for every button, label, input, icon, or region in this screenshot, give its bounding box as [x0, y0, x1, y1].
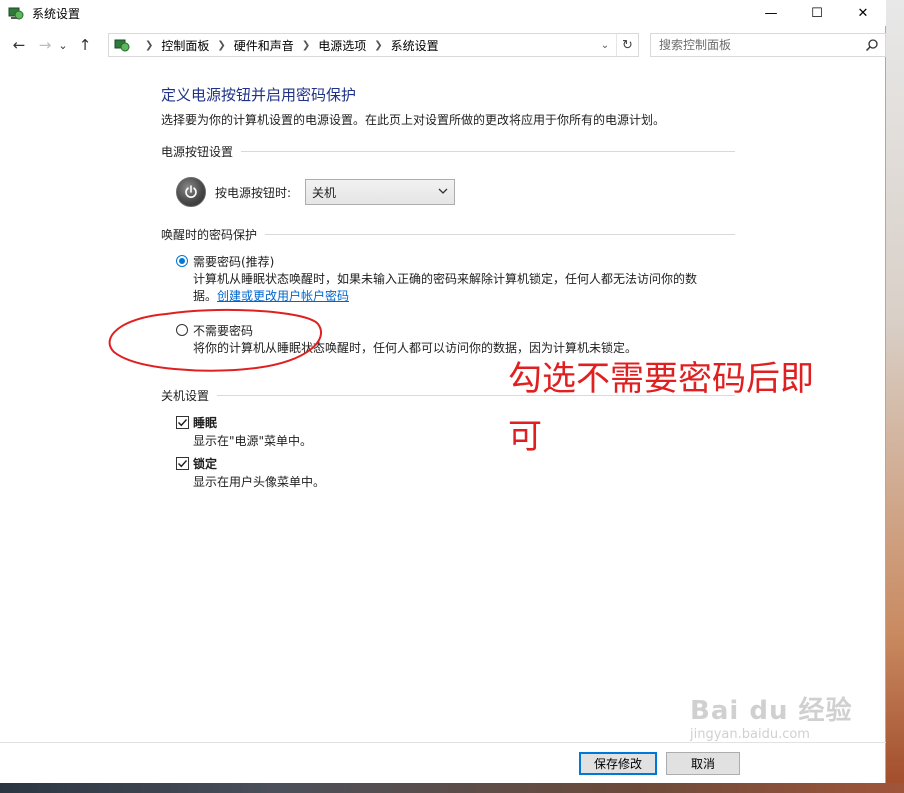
breadcrumb-control-panel[interactable]: 控制面板: [161, 37, 209, 54]
sleep-option[interactable]: 睡眠: [176, 414, 217, 431]
lock-description: 显示在用户头像菜单中。: [193, 475, 326, 489]
create-change-password-link[interactable]: 创建或更改用户帐户密码: [217, 289, 349, 303]
require-password-option[interactable]: 需要密码(推荐): [176, 253, 274, 270]
sleep-description: 显示在"电源"菜单中。: [193, 434, 313, 448]
breadcrumb: ❯ 控制面板 ❯ 硬件和声音 ❯ 电源选项 ❯ 系统设置: [137, 37, 439, 54]
search-box[interactable]: [650, 33, 886, 57]
power-button-settings-header: 电源按钮设置: [161, 143, 735, 160]
sleep-checkbox[interactable]: [176, 416, 189, 429]
close-button[interactable]: ✕: [840, 0, 886, 26]
wakeup-password-header: 唤醒时的密码保护: [161, 226, 735, 243]
control-panel-app-icon: [8, 7, 24, 20]
breadcrumb-system-settings[interactable]: 系统设置: [391, 37, 439, 54]
power-button-row: 按电源按钮时: 关机: [176, 177, 456, 207]
require-password-description: 计算机从睡眠状态唤醒时，如果未输入正确的密码来解除计算机锁定，任何人都无法访问你…: [193, 271, 697, 305]
page-title: 定义电源按钮并启用密码保护: [161, 86, 357, 104]
forward-button[interactable]: →: [34, 34, 56, 56]
require-password-desc-line2: 据。创建或更改用户帐户密码: [193, 288, 697, 305]
power-symbol-icon: [185, 185, 197, 198]
watermark-brand: Bai du 经验: [690, 696, 853, 726]
sleep-label[interactable]: 睡眠: [193, 414, 217, 431]
window-controls: — ☐ ✕: [748, 0, 886, 26]
system-settings-window: 系统设置 — ☐ ✕ ← → ⌄ ↑ ❯ 控制面板 ❯ 硬件和声音 ❯ 电源选项…: [0, 0, 886, 793]
chevron-right-icon[interactable]: ❯: [374, 40, 382, 51]
require-password-radio[interactable]: [176, 255, 188, 267]
desc-prefix: 据。: [193, 289, 218, 303]
require-password-desc-line1: 计算机从睡眠状态唤醒时，如果未输入正确的密码来解除计算机锁定，任何人都无法访问你…: [193, 272, 698, 286]
divider: [265, 234, 735, 235]
search-input[interactable]: [659, 38, 859, 52]
address-dropdown-button[interactable]: ⌄: [596, 34, 614, 56]
power-action-value: 关机: [312, 185, 337, 200]
recent-locations-button[interactable]: ⌄: [56, 34, 70, 56]
lock-label[interactable]: 锁定: [193, 455, 217, 472]
breadcrumb-hardware-sound[interactable]: 硬件和声音: [234, 37, 294, 54]
chevron-down-icon: [438, 188, 448, 194]
section-label: 电源按钮设置: [161, 145, 234, 159]
power-icon: [176, 177, 206, 207]
back-button[interactable]: ←: [8, 34, 30, 56]
power-button-label: 按电源按钮时:: [215, 185, 292, 200]
breadcrumb-power-options[interactable]: 电源选项: [318, 37, 366, 54]
watermark-url: jingyan.baidu.com: [690, 727, 810, 742]
require-password-label[interactable]: 需要密码(推荐): [193, 253, 274, 270]
chevron-right-icon[interactable]: ❯: [217, 40, 225, 51]
checkmark-icon: [178, 419, 188, 427]
title-bar: 系统设置 — ☐ ✕: [0, 0, 886, 26]
lock-option[interactable]: 锁定: [176, 455, 217, 472]
desktop-background-right: [886, 0, 904, 793]
chevron-right-icon[interactable]: ❯: [302, 40, 310, 51]
address-bar[interactable]: ❯ 控制面板 ❯ 硬件和声音 ❯ 电源选项 ❯ 系统设置 ⌄ ↻: [108, 33, 639, 57]
desktop-background-bottom: [0, 783, 904, 793]
navigation-bar: ← → ⌄ ↑ ❯ 控制面板 ❯ 硬件和声音 ❯ 电源选项 ❯ 系统设置 ⌄ ↻: [0, 30, 886, 60]
up-button[interactable]: ↑: [74, 34, 96, 56]
checkmark-icon: [178, 460, 188, 468]
search-icon[interactable]: [865, 38, 879, 52]
power-action-select[interactable]: 关机: [305, 179, 456, 205]
lock-checkbox[interactable]: [176, 457, 189, 470]
maximize-button[interactable]: ☐: [794, 0, 840, 26]
chevron-right-icon: ❯: [145, 39, 154, 51]
minimize-button[interactable]: —: [748, 0, 794, 26]
annotation-text: 勾选不需要密码后即可: [508, 359, 814, 457]
section-label: 唤醒时的密码保护: [161, 228, 258, 242]
divider: [241, 151, 735, 152]
control-panel-icon: [114, 39, 130, 52]
save-changes-button[interactable]: 保存修改: [579, 752, 657, 775]
window-title: 系统设置: [32, 6, 81, 21]
refresh-button[interactable]: ↻: [616, 34, 638, 56]
baidu-watermark: Bai du 经验 jingyan.baidu.com: [690, 690, 860, 776]
page-description: 选择要为你的计算机设置的电源设置。在此页上对设置所做的更改将应用于你所有的电源计…: [161, 113, 666, 127]
section-label: 关机设置: [161, 389, 210, 403]
annotation-circle: [108, 308, 323, 372]
